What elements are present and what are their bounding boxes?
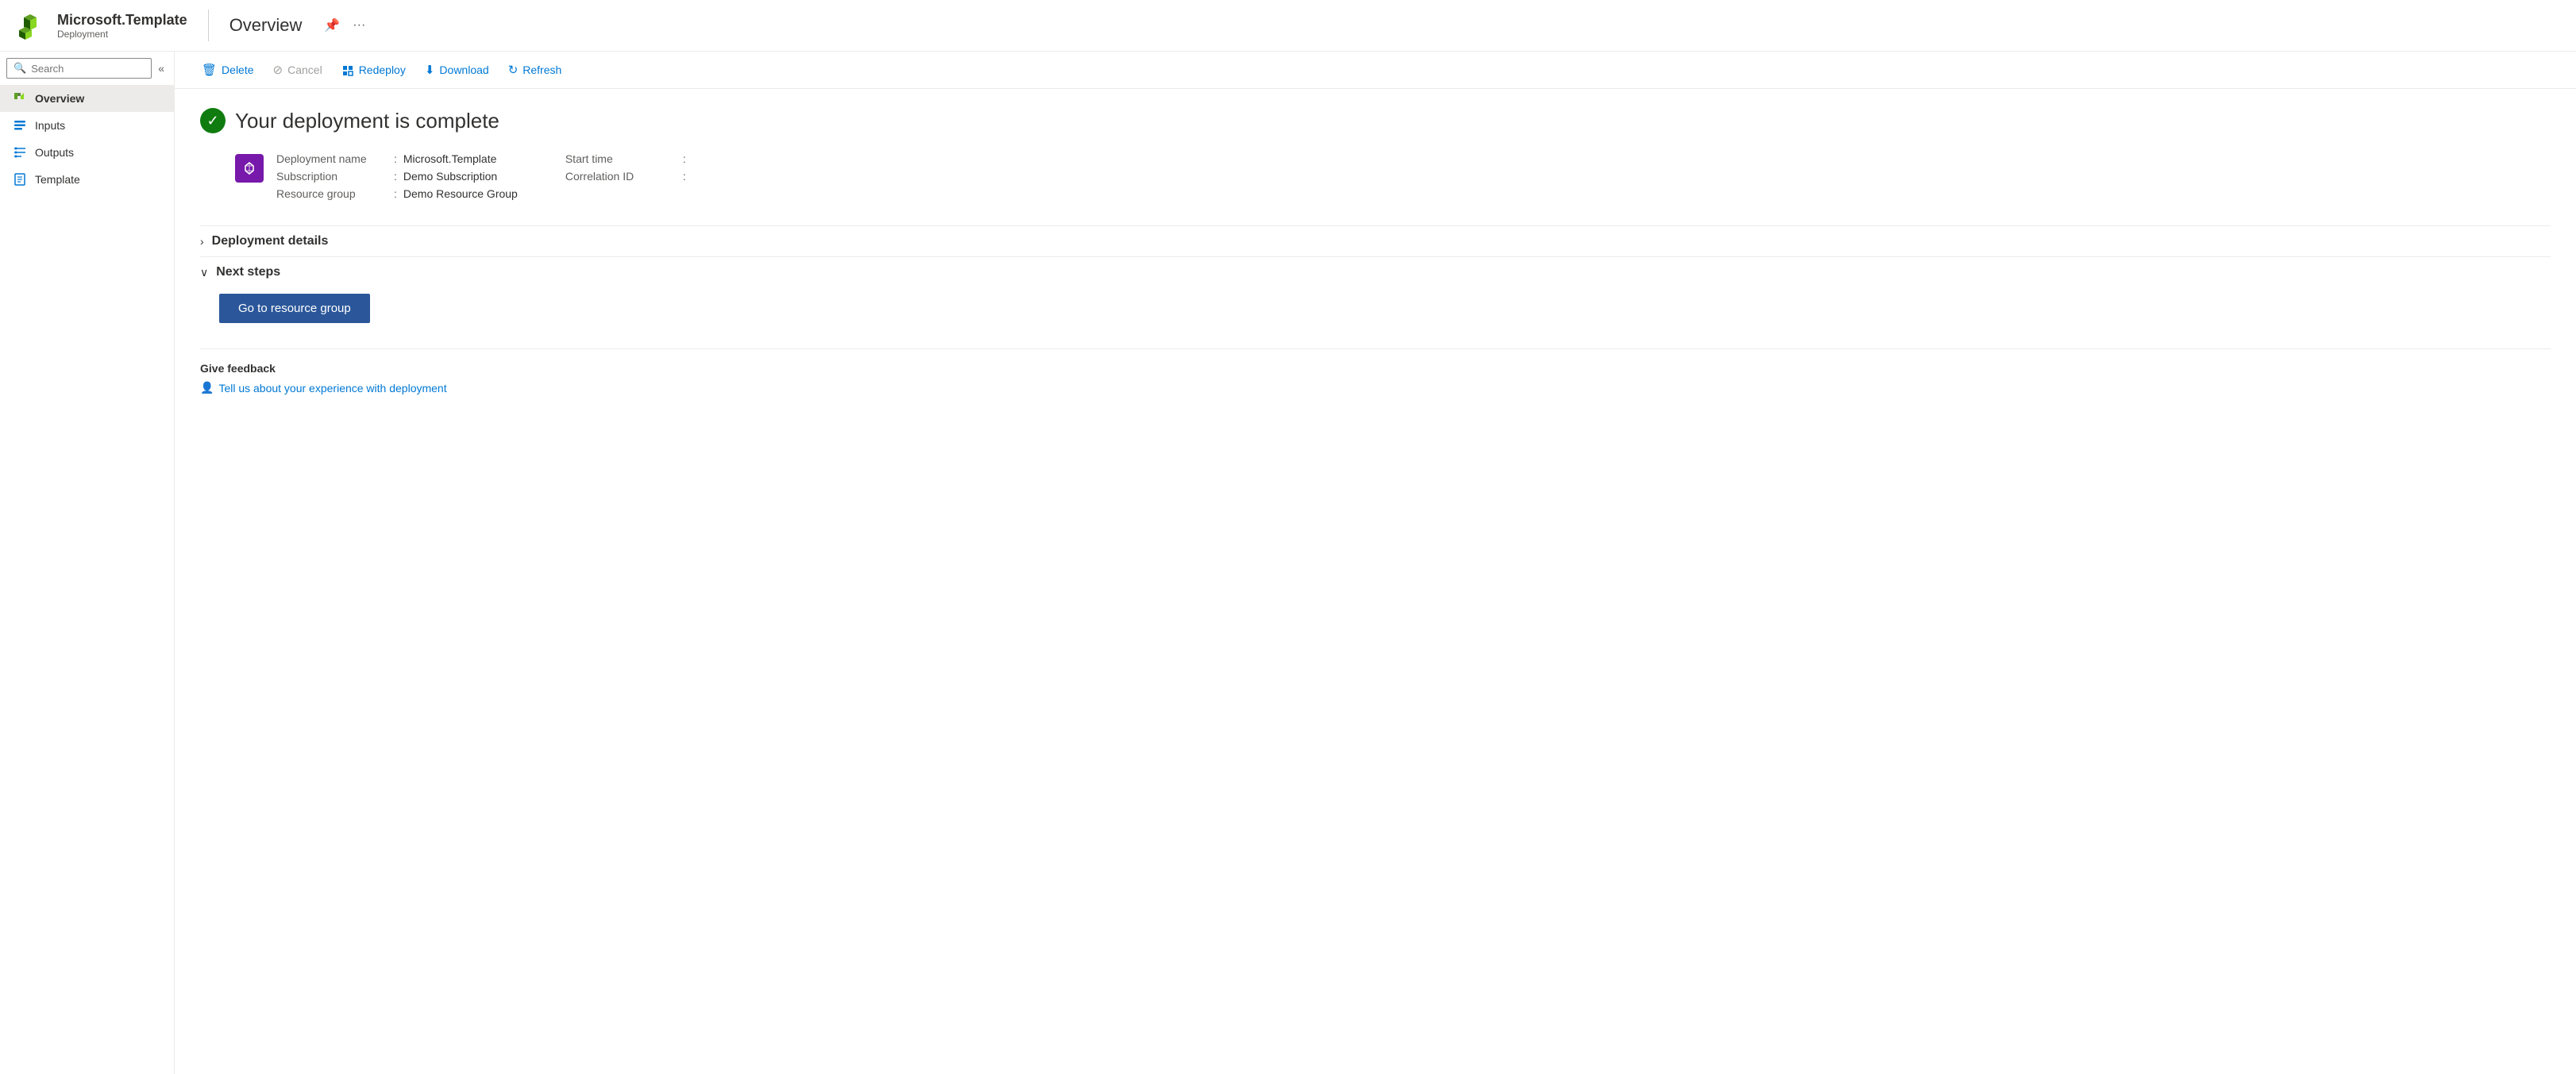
- go-to-resource-group-button[interactable]: Go to resource group: [219, 294, 370, 323]
- collapse-button[interactable]: «: [155, 59, 168, 78]
- deployment-name-label: Deployment name: [276, 152, 388, 165]
- azure-logo-icon: [16, 11, 44, 40]
- redeploy-icon: [341, 63, 354, 76]
- sidebar-item-template[interactable]: Template: [0, 166, 174, 193]
- app-container: Microsoft.Template Deployment Overview 📌…: [0, 0, 2576, 1074]
- refresh-label: Refresh: [523, 64, 561, 76]
- deployment-details-section[interactable]: › Deployment details: [200, 225, 2551, 256]
- header-page-title: Overview: [229, 15, 303, 36]
- header-app-name: Microsoft.Template: [57, 12, 187, 29]
- subscription-label: Subscription: [276, 170, 388, 183]
- feedback-person-icon: 👤: [200, 381, 214, 395]
- refresh-icon: ↻: [508, 63, 519, 77]
- delete-label: Delete: [222, 64, 253, 76]
- download-icon: ⬇: [425, 63, 435, 77]
- template-icon: [13, 172, 27, 187]
- deployment-name-value: Microsoft.Template: [403, 152, 496, 165]
- inputs-icon: [13, 118, 27, 133]
- sidebar-nav: Overview Inputs: [0, 85, 174, 193]
- deployment-details-label: Deployment details: [212, 234, 329, 248]
- deployment-name-row: Deployment name : Microsoft.Template: [276, 152, 518, 165]
- feedback-link[interactable]: 👤 Tell us about your experience with dep…: [200, 381, 2551, 395]
- content-area: 🗑 Delete ⊘ Cancel: [175, 52, 2576, 1074]
- delete-icon: 🗑: [202, 63, 217, 77]
- next-steps-section[interactable]: ∨ Next steps: [200, 256, 2551, 287]
- start-time-row: Start time :: [565, 152, 692, 165]
- sidebar-item-outputs[interactable]: Outputs: [0, 139, 174, 166]
- cancel-label: Cancel: [287, 64, 322, 76]
- next-steps-label: Next steps: [216, 265, 280, 279]
- outputs-icon: [13, 145, 27, 160]
- next-steps-chevron: ∨: [200, 266, 208, 279]
- sidebar-item-inputs-label: Inputs: [35, 119, 65, 132]
- feedback-title: Give feedback: [200, 362, 2551, 375]
- feedback-link-label: Tell us about your experience with deplo…: [218, 382, 446, 395]
- feedback-section: Give feedback 👤 Tell us about your exper…: [200, 348, 2551, 395]
- deployment-status-title: Your deployment is complete: [235, 109, 499, 133]
- redeploy-button[interactable]: Redeploy: [334, 58, 414, 81]
- search-icon: 🔍: [13, 62, 26, 75]
- subscription-row: Subscription : Demo Subscription: [276, 170, 518, 183]
- header-app-subtitle: Deployment: [57, 29, 187, 40]
- redeploy-label: Redeploy: [359, 64, 406, 76]
- resource-group-label: Resource group: [276, 187, 388, 200]
- cancel-icon: ⊘: [273, 63, 283, 77]
- header-title-block: Microsoft.Template Deployment: [57, 12, 187, 40]
- resource-icon: [235, 154, 264, 183]
- sidebar-search-row: 🔍 «: [0, 58, 174, 85]
- sidebar-item-overview[interactable]: Overview: [0, 85, 174, 112]
- logo-block: [16, 11, 44, 40]
- sidebar: 🔍 « Overview: [0, 52, 175, 1074]
- pin-button[interactable]: 📌: [321, 14, 343, 37]
- download-label: Download: [439, 64, 488, 76]
- main-layout: 🔍 « Overview: [0, 52, 2576, 1074]
- sidebar-item-template-label: Template: [35, 173, 80, 186]
- cancel-button[interactable]: ⊘ Cancel: [265, 58, 330, 82]
- sidebar-search-box[interactable]: 🔍: [6, 58, 152, 79]
- correlation-id-row: Correlation ID :: [565, 170, 692, 183]
- sidebar-item-outputs-label: Outputs: [35, 146, 74, 159]
- deployment-icon-block: Deployment name : Microsoft.Template Sub…: [235, 152, 518, 200]
- download-button[interactable]: ⬇ Download: [417, 58, 497, 82]
- correlation-id-label: Correlation ID: [565, 170, 677, 183]
- info-table: Deployment name : Microsoft.Template Sub…: [276, 152, 518, 200]
- deployment-info: Deployment name : Microsoft.Template Sub…: [235, 152, 2551, 200]
- resource-group-value: Demo Resource Group: [403, 187, 518, 200]
- header-actions: 📌 ···: [321, 14, 368, 37]
- resource-group-row: Resource group : Demo Resource Group: [276, 187, 518, 200]
- info-table-right: Start time : Correlation ID :: [565, 152, 692, 200]
- search-input[interactable]: [31, 63, 145, 75]
- deployment-details-chevron: ›: [200, 235, 204, 248]
- status-success-icon: ✓: [200, 108, 226, 133]
- sidebar-item-overview-label: Overview: [35, 92, 84, 105]
- page-content: ✓ Your deployment is complete: [175, 89, 2576, 1074]
- refresh-button[interactable]: ↻ Refresh: [500, 58, 570, 82]
- sidebar-item-inputs[interactable]: Inputs: [0, 112, 174, 139]
- more-options-button[interactable]: ···: [349, 15, 368, 36]
- start-time-label: Start time: [565, 152, 677, 165]
- header-divider: [208, 10, 209, 41]
- header: Microsoft.Template Deployment Overview 📌…: [0, 0, 2576, 52]
- overview-icon: [13, 91, 27, 106]
- subscription-value: Demo Subscription: [403, 170, 497, 183]
- deployment-status: ✓ Your deployment is complete: [200, 108, 2551, 133]
- toolbar: 🗑 Delete ⊘ Cancel: [175, 52, 2576, 89]
- delete-button[interactable]: 🗑 Delete: [194, 58, 262, 82]
